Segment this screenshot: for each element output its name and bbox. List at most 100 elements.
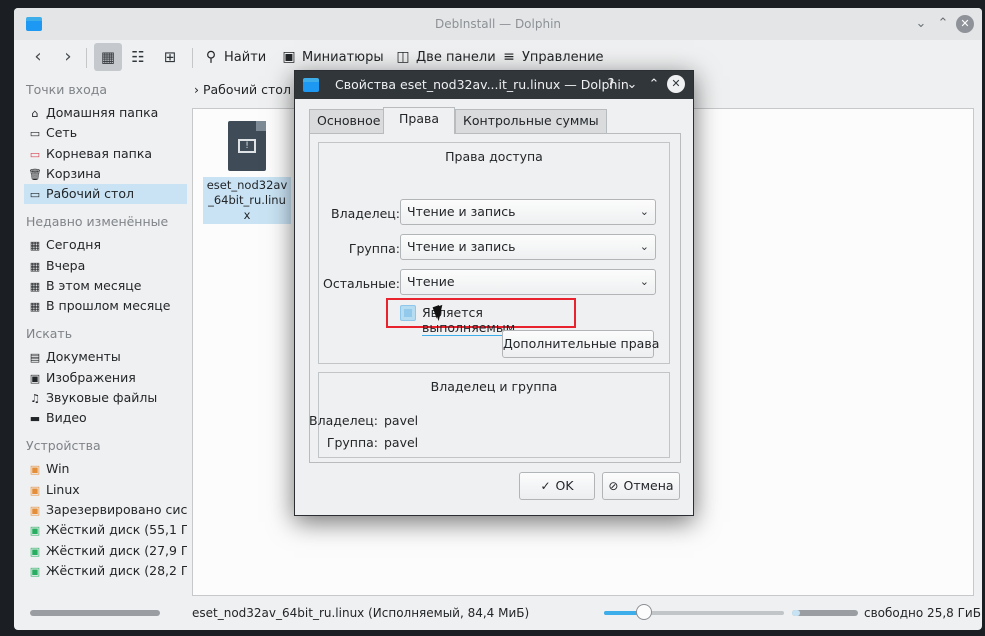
place-this-month[interactable]: ▦ В этом месяце: [24, 276, 187, 296]
access-group-title: Права доступа: [445, 149, 543, 164]
main-titlebar[interactable]: DebInstall — Dolphin ⌄ ⌃ ✕: [14, 8, 982, 40]
video-icon: ▬: [29, 412, 41, 425]
minimize-button[interactable]: ⌄: [912, 15, 930, 33]
free-space-bar: [792, 610, 858, 616]
others-perm-value: Чтение: [407, 274, 455, 289]
statusbar: eset_nod32av_64bit_ru.linux (Исполняемый…: [14, 600, 982, 628]
place-trash[interactable]: 🗑 Корзина: [24, 164, 187, 184]
close-button[interactable]: ✕: [956, 15, 974, 33]
place-linux[interactable]: ▣ Linux: [24, 480, 187, 500]
search-label: Найти: [224, 50, 267, 65]
search-icon: ⚲: [205, 49, 217, 65]
place-label: В прошлом месяце: [46, 298, 171, 313]
place-network[interactable]: ▭ Сеть: [24, 123, 187, 143]
place-today[interactable]: ▦ Сегодня: [24, 235, 187, 255]
file-item[interactable]: ! eset_nod32av_64bit_ru.linux: [203, 117, 291, 224]
place-home[interactable]: ⌂ Домашняя папка: [24, 103, 187, 123]
place-label: Win: [46, 461, 70, 476]
place-video[interactable]: ▬ Видео: [24, 408, 187, 428]
hamburger-menu-icon: ≡: [503, 49, 515, 65]
music-icon: ♫: [30, 392, 40, 405]
place-yesterday[interactable]: ▦ Вчера: [24, 256, 187, 276]
drive-icon: ▣: [29, 484, 41, 497]
place-hdd-28[interactable]: ▣ Жёсткий диск (28,2 ГиБ): [24, 561, 187, 581]
ownership-group-title: Владелец и группа: [430, 379, 558, 394]
status-text: eset_nod32av_64bit_ru.linux (Исполняемый…: [192, 606, 530, 620]
split-view-button[interactable]: ◫ Две панели: [394, 44, 496, 70]
places-panel: Точки входа ⌂ Домашняя папка ▭ Сеть ▭ Корне…: [14, 80, 189, 600]
hdd-icon: ▣: [29, 524, 41, 537]
help-button[interactable]: ?: [603, 76, 619, 94]
group-perm-label: Группа:: [348, 241, 400, 256]
cancel-button[interactable]: ⊘ Отмена: [602, 472, 680, 500]
tab-general[interactable]: Основное: [309, 109, 389, 133]
dialog-title: Свойства eset_nod32av...it_ru.linux — Do…: [335, 77, 629, 92]
back-button[interactable]: ‹: [26, 44, 50, 70]
owner-value: pavel: [384, 413, 419, 428]
forward-button[interactable]: ›: [56, 44, 80, 70]
maximize-button[interactable]: ⌃: [934, 15, 952, 33]
place-label: Жёсткий диск (27,9 ГиБ): [46, 543, 187, 558]
tab-checksums[interactable]: Контрольные суммы: [455, 109, 607, 133]
place-label: Корзина: [46, 166, 102, 181]
advanced-permissions-button[interactable]: Дополнительные права: [502, 330, 659, 358]
breadcrumb-desktop[interactable]: Рабочий стол: [203, 82, 291, 97]
split-view-icon: ◫: [396, 49, 410, 65]
place-images[interactable]: ▣ Изображения: [24, 368, 187, 388]
executable-checkbox[interactable]: [400, 305, 416, 321]
place-documents[interactable]: ▤ Документы: [24, 347, 187, 367]
place-label: Видео: [46, 410, 87, 425]
status-scrollbar[interactable]: [30, 610, 160, 616]
place-hdd-55[interactable]: ▣ Жёсткий диск (55,1 ГиБ): [24, 520, 187, 540]
group-label: Группа:: [326, 435, 378, 450]
place-win[interactable]: ▣ Win: [24, 459, 187, 479]
network-icon: ▭: [29, 127, 41, 140]
place-label: Корневая папка: [46, 146, 153, 161]
details-view-button[interactable]: ⊞: [156, 43, 184, 71]
place-last-month[interactable]: ▦ В прошлом месяце: [24, 296, 187, 316]
preview-button[interactable]: ▣ Миниатюры: [280, 44, 383, 70]
file-name: eset_nod32av_64bit_ru.linux: [203, 177, 291, 224]
owner-perm-value: Чтение и запись: [407, 204, 516, 219]
dialog-maximize-button[interactable]: ⌃: [646, 76, 662, 94]
others-perm-select[interactable]: Чтение ⌄: [400, 269, 656, 295]
calendar-icon: ▦: [29, 280, 41, 293]
cancel-icon: ⊘: [608, 479, 619, 493]
dialog-minimize-button[interactable]: ⌄: [624, 76, 640, 94]
menu-label: Управление: [522, 50, 604, 65]
owner-perm-select[interactable]: Чтение и запись ⌄: [400, 199, 656, 225]
place-label: Зарезервировано систе: [46, 502, 187, 517]
place-reserved[interactable]: ▣ Зарезервировано систе: [24, 500, 187, 520]
breadcrumb: › Рабочий стол: [194, 80, 291, 100]
compact-view-button[interactable]: ☷: [124, 43, 152, 71]
chevron-down-icon: ⌄: [639, 275, 649, 288]
place-label: Рабочий стол: [46, 186, 134, 201]
place-desktop[interactable]: ▭ Рабочий стол: [24, 184, 187, 204]
image-preview-icon: ▣: [282, 49, 296, 65]
search-button[interactable]: ⚲ Найти: [202, 44, 266, 70]
chevron-down-icon: ⌄: [639, 205, 649, 218]
image-icon: ▣: [29, 372, 41, 385]
place-audio[interactable]: ♫ Звуковые файлы: [24, 388, 187, 408]
main-window-title: DebInstall — Dolphin: [434, 17, 562, 31]
place-label: Сеть: [46, 125, 78, 140]
place-label: Жёсткий диск (55,1 ГиБ): [46, 522, 187, 537]
root-folder-icon: ▭: [29, 148, 41, 161]
dialog-close-button[interactable]: ✕: [667, 75, 685, 93]
tab-permissions[interactable]: Права: [383, 107, 455, 134]
control-menu-button[interactable]: ≡ Управление: [500, 44, 604, 70]
chevron-down-icon: ⌄: [639, 240, 649, 253]
place-hdd-27[interactable]: ▣ Жёсткий диск (27,9 ГиБ): [24, 541, 187, 561]
document-icon: ▤: [29, 351, 41, 364]
hdd-icon: ▣: [29, 565, 41, 578]
dialog-titlebar[interactable]: Свойства eset_nod32av...it_ru.linux — Do…: [295, 71, 693, 99]
place-root[interactable]: ▭ Корневая папка: [24, 144, 187, 164]
icons-view-button[interactable]: ▦: [94, 43, 122, 71]
zoom-handle[interactable]: [636, 604, 652, 620]
group-perm-select[interactable]: Чтение и запись ⌄: [400, 234, 656, 260]
ok-button[interactable]: ✓ OK: [519, 472, 595, 500]
split-label: Две панели: [416, 50, 496, 65]
ok-label: OK: [555, 478, 574, 493]
place-label: В этом месяце: [46, 278, 142, 293]
zoom-slider[interactable]: [604, 604, 784, 620]
